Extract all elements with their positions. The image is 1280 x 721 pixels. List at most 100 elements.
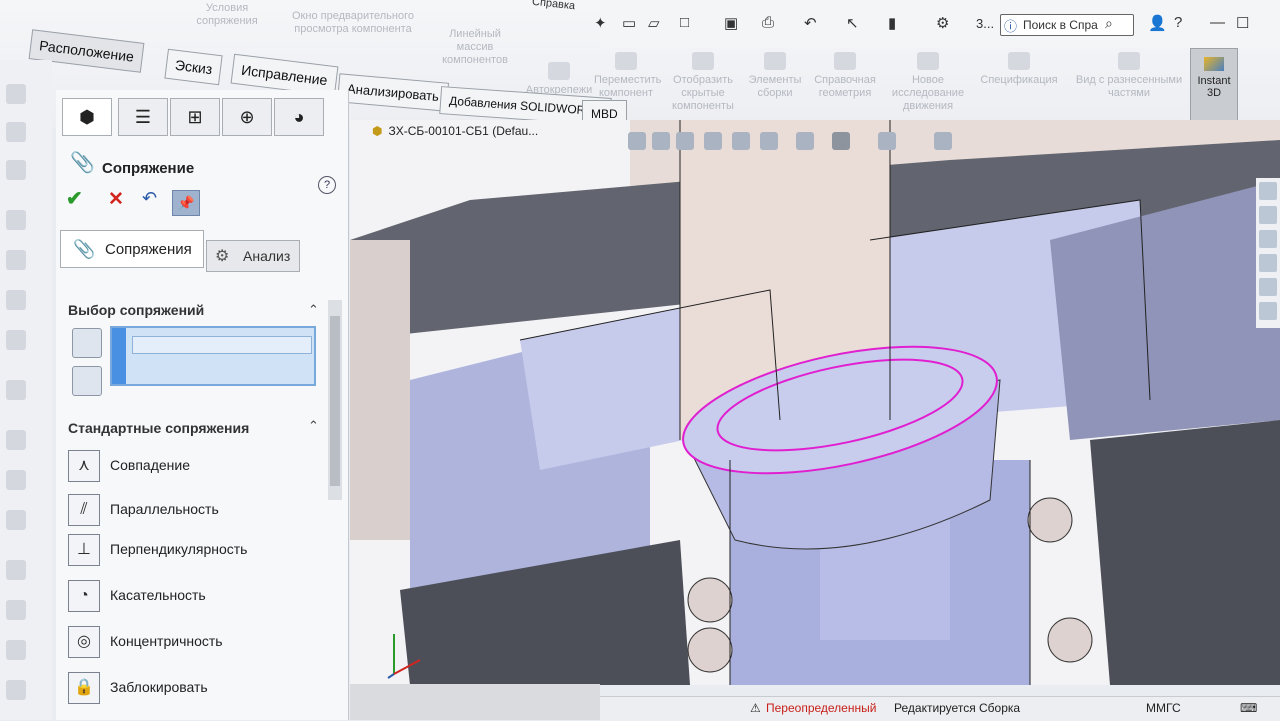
- view-orientation-icon[interactable]: [760, 132, 778, 150]
- configuration-manager-tab-icon[interactable]: ⊞: [170, 98, 220, 136]
- motion-icon[interactable]: [6, 470, 26, 490]
- cancel-button[interactable]: ✕: [108, 188, 124, 211]
- new-doc-icon[interactable]: ▭: [622, 14, 636, 32]
- show-hidden-button[interactable]: Отобразить скрытые компоненты: [664, 52, 742, 113]
- zoom-area-icon[interactable]: [652, 132, 670, 150]
- user-icon[interactable]: 👤: [1148, 14, 1167, 32]
- tab-sketch[interactable]: Эскиз: [164, 48, 224, 86]
- mate-option-perpendicular[interactable]: ⊥ Перпендикулярность: [68, 534, 338, 568]
- collapse-chevron-icon[interactable]: ⌃: [308, 302, 319, 318]
- search-icon: ⌕: [1105, 15, 1113, 31]
- view-palette-icon[interactable]: [1259, 254, 1277, 272]
- mate-option-parallel[interactable]: ⫽ Параллельность: [68, 494, 338, 528]
- hide-show-icon[interactable]: [6, 330, 26, 350]
- assembly-tool-icon[interactable]: [6, 84, 26, 104]
- undo-button[interactable]: ↶: [142, 188, 157, 209]
- mirror-icon[interactable]: [6, 250, 26, 270]
- mate-option-tangent[interactable]: ◔ Касательность: [68, 580, 338, 614]
- paperclip-tab-icon: 📎: [73, 239, 96, 259]
- collapse-chevron-icon[interactable]: ⌃: [308, 418, 319, 434]
- minimize-icon[interactable]: —: [1210, 14, 1225, 31]
- item-count: 3...: [976, 16, 995, 31]
- mate-entities-selection-box[interactable]: [110, 326, 316, 386]
- mate-conditions-button[interactable]: Условия сопряжения: [182, 2, 272, 28]
- section-view-icon[interactable]: [704, 132, 722, 150]
- help-search-input[interactable]: ⓘ Поиск в Спра ⌕: [1000, 14, 1134, 36]
- mate-option-concentric[interactable]: ◎ Концентричность: [68, 626, 338, 660]
- move-tool-icon[interactable]: [6, 290, 26, 310]
- motion-study-icon: [917, 52, 939, 70]
- zoom-fit-icon[interactable]: [628, 132, 646, 150]
- lock-icon: 🔒: [68, 672, 100, 704]
- rebuild-icon[interactable]: ▮: [888, 14, 896, 32]
- feature-icon[interactable]: [6, 380, 26, 400]
- insert-component-icon[interactable]: [6, 122, 26, 142]
- previous-view-icon[interactable]: [676, 132, 694, 150]
- property-manager-tab-icon[interactable]: ☰: [118, 98, 168, 136]
- tab-analyze[interactable]: Анализировать: [336, 73, 450, 112]
- document-config: (Defau...: [492, 124, 539, 138]
- reference-triad: [380, 620, 430, 680]
- pattern-icon[interactable]: [6, 210, 26, 230]
- instant3d-icon: [1204, 57, 1224, 71]
- hide-show-items-icon[interactable]: [832, 132, 850, 150]
- reference-geometry-button[interactable]: Справочная геометрия: [808, 52, 882, 100]
- exploded-view-icon: [1118, 52, 1140, 70]
- display-style-icon[interactable]: [796, 132, 814, 150]
- undo-icon[interactable]: ↶: [804, 14, 817, 32]
- sketch-tool-icon[interactable]: [6, 600, 26, 620]
- tab-mates[interactable]: 📎 Сопряжения: [60, 230, 204, 268]
- open-icon[interactable]: ▱: [648, 14, 660, 32]
- extra-tool-icon[interactable]: [6, 680, 26, 700]
- mate-option-lock[interactable]: 🔒 Заблокировать: [68, 672, 338, 706]
- mate-option-label: Касательность: [110, 587, 206, 603]
- instant3d-button[interactable]: Instant 3D: [1190, 48, 1238, 126]
- status-bar: ⚠ Переопределенный Редактируется Сборка …: [600, 696, 1280, 721]
- custom-properties-icon[interactable]: [1259, 302, 1277, 320]
- home-icon[interactable]: [1259, 182, 1277, 200]
- tab-analysis[interactable]: ⚙ Анализ: [206, 240, 300, 272]
- status-bar-options-icon[interactable]: ⌨: [1240, 701, 1257, 715]
- view-settings-icon[interactable]: [934, 132, 952, 150]
- pin-menu-icon[interactable]: ✦: [594, 14, 607, 32]
- select-icon[interactable]: ↖: [846, 14, 859, 32]
- mate-tool-icon[interactable]: [6, 160, 26, 180]
- pin-button[interactable]: 📌: [172, 190, 200, 216]
- snapshot-icon[interactable]: [6, 640, 26, 660]
- component-preview-button[interactable]: Окно предварительного просмотра компонен…: [278, 10, 428, 36]
- help-icon[interactable]: ?: [318, 176, 336, 194]
- help-question-icon[interactable]: ?: [1174, 14, 1182, 31]
- units-status[interactable]: ММГС: [1146, 701, 1181, 715]
- explode-tool-icon[interactable]: [6, 560, 26, 580]
- feature-manager-tab-icon[interactable]: ⬢: [62, 98, 112, 136]
- file-explorer-icon[interactable]: [1259, 230, 1277, 248]
- ok-button[interactable]: ✔: [66, 186, 83, 211]
- section-mate-selection-title: Выбор сопряжений: [68, 302, 205, 318]
- bom-button[interactable]: Спецификация: [974, 52, 1064, 87]
- multi-mate-icon[interactable]: [72, 366, 102, 396]
- document-title: ⬢ ЗХ-СБ-00101-СБ1 (Defau...: [372, 124, 538, 138]
- maximize-icon[interactable]: ☐: [1236, 14, 1249, 32]
- new-motion-study-label: Новое исследование движения: [891, 74, 965, 112]
- display-manager-tab-icon[interactable]: ◕: [274, 98, 324, 136]
- dimxpert-tab-icon[interactable]: ⊕: [222, 98, 272, 136]
- assembly-features-button[interactable]: Элементы сборки: [744, 52, 806, 100]
- mate-option-coincident[interactable]: ⋏ Совпадение: [68, 450, 338, 484]
- dynamic-annotation-icon[interactable]: [732, 132, 750, 150]
- save-icon[interactable]: ▣: [724, 14, 738, 32]
- print-icon[interactable]: ⎙: [762, 14, 774, 31]
- appearances-icon[interactable]: [1259, 278, 1277, 296]
- new-motion-study-button[interactable]: Новое исследование движения: [886, 52, 970, 113]
- triad-axes-icon: [387, 634, 421, 679]
- page-icon[interactable]: □: [680, 14, 689, 31]
- reference-icon[interactable]: [6, 430, 26, 450]
- selection-list[interactable]: [132, 336, 312, 354]
- over-defined-status[interactable]: Переопределенный: [766, 701, 876, 715]
- edit-appearance-icon[interactable]: [878, 132, 896, 150]
- graphics-area[interactable]: [350, 120, 1280, 685]
- bom-tool-icon[interactable]: [6, 510, 26, 530]
- exploded-view-button[interactable]: Вид с разнесенными частями: [1070, 52, 1188, 100]
- design-library-icon[interactable]: [1259, 206, 1277, 224]
- options-gear-icon[interactable]: ⚙: [936, 14, 949, 32]
- mate-conditions-label: Условия сопряжения: [196, 2, 258, 27]
